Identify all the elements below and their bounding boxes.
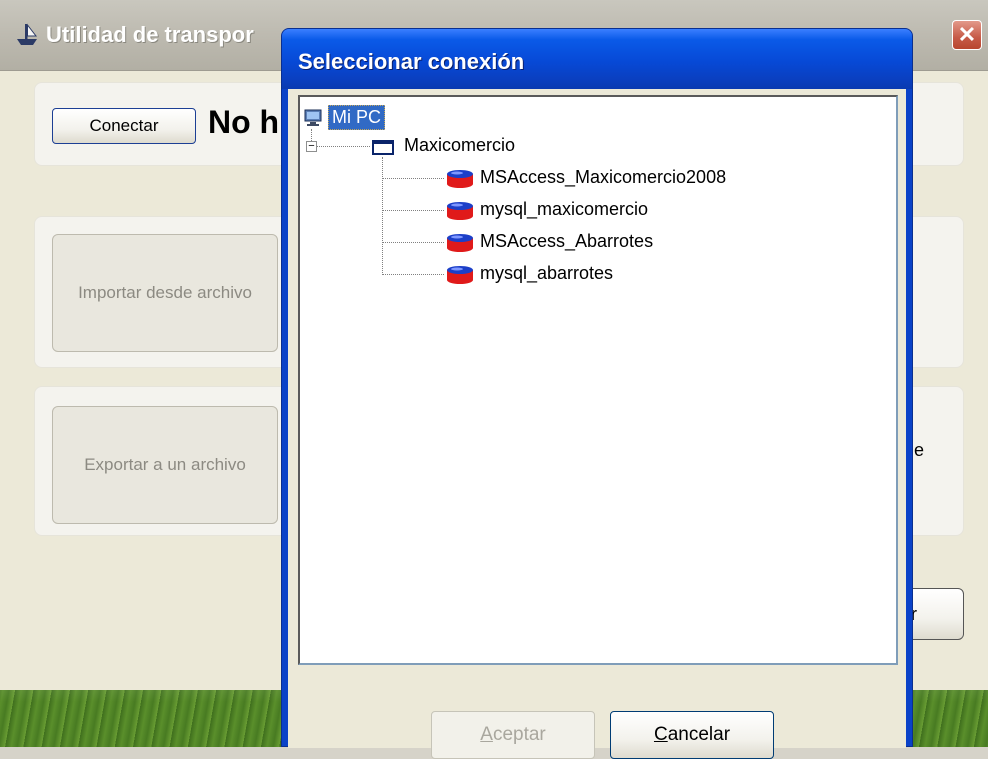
main-window-title: Utilidad de transpor — [46, 22, 254, 47]
tree-group-item[interactable]: Maxicomercio — [404, 135, 515, 156]
import-from-file-button[interactable]: Importar desde archivo — [52, 234, 278, 352]
accept-button[interactable]: Aceptar — [431, 711, 595, 759]
database-icon — [447, 234, 473, 252]
export-to-file-button[interactable]: Exportar a un archivo — [52, 406, 278, 524]
window-icon — [372, 140, 394, 155]
connection-tree[interactable]: Mi PC − Maxicomercio MSAccess_Maxicomerc… — [298, 95, 898, 665]
tree-connector — [382, 157, 383, 275]
collapse-toggle-icon[interactable]: − — [306, 141, 317, 152]
tree-root-item[interactable]: Mi PC — [328, 105, 385, 130]
database-icon — [447, 202, 473, 220]
connection-status-text: No h — [208, 104, 280, 140]
tree-connector — [382, 178, 444, 179]
database-icon — [447, 170, 473, 188]
export-to-file-label: Exportar a un archivo — [84, 455, 246, 474]
database-icon — [447, 266, 473, 284]
computer-icon — [304, 109, 322, 126]
tree-connection-item[interactable]: mysql_abarrotes — [480, 263, 613, 284]
tree-connector — [382, 274, 444, 275]
tree-connector — [382, 242, 444, 243]
close-button[interactable]: ✕ — [952, 20, 982, 50]
tree-connection-item[interactable]: MSAccess_Maxicomercio2008 — [480, 167, 726, 188]
import-from-file-label: Importar desde archivo — [78, 283, 252, 302]
dialog-title: Seleccionar conexión — [298, 49, 525, 74]
select-connection-dialog: Seleccionar conexión Mi PC − Maxicomerci — [281, 28, 913, 759]
dialog-title-bar[interactable]: Seleccionar conexión — [282, 29, 912, 89]
cancel-button[interactable]: Cancelar — [610, 711, 774, 759]
dialog-body: Mi PC − Maxicomercio MSAccess_Maxicomerc… — [288, 89, 906, 759]
partial-text: e — [914, 440, 925, 460]
ship-icon — [14, 22, 40, 48]
connect-button[interactable]: Conectar — [52, 108, 196, 144]
tree-connector — [382, 210, 444, 211]
tree-connection-item[interactable]: mysql_maxicomercio — [480, 199, 648, 220]
tree-connector — [317, 146, 370, 147]
close-icon: ✕ — [957, 22, 977, 47]
tree-connection-item[interactable]: MSAccess_Abarrotes — [480, 231, 653, 252]
